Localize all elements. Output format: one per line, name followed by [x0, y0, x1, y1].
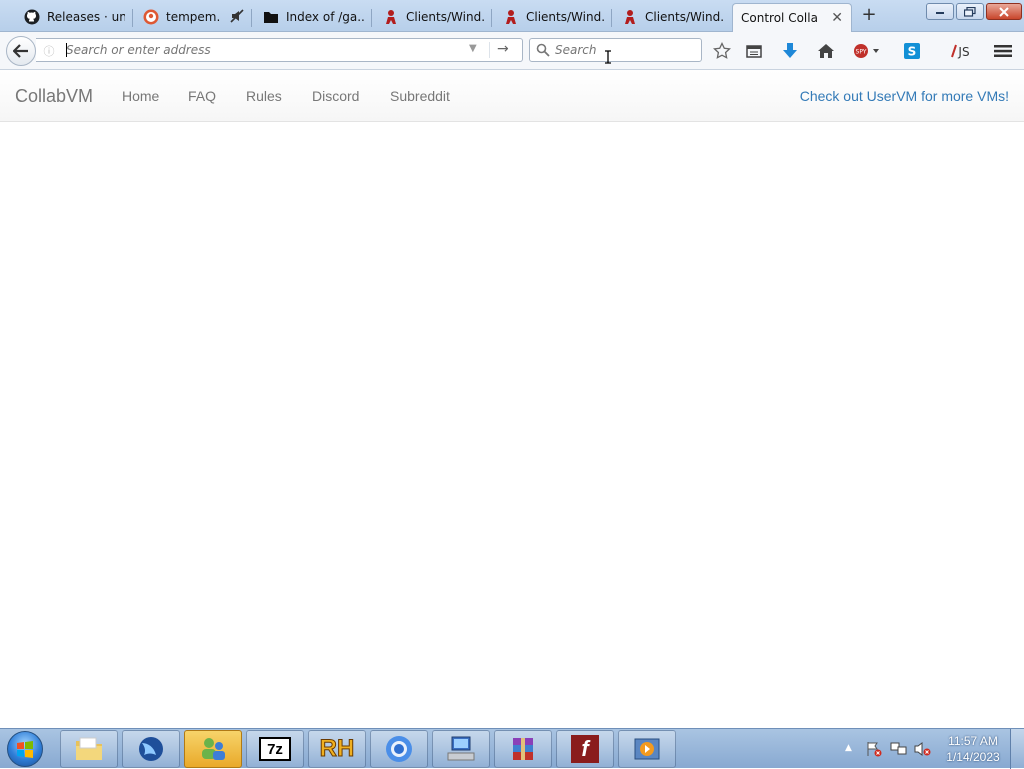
uservm-link[interactable]: Check out UserVM for more VMs!	[800, 88, 1009, 104]
close-window-button[interactable]	[986, 3, 1022, 20]
flash-icon: f	[571, 735, 599, 763]
network-icon	[446, 735, 476, 763]
clock[interactable]: 11:57 AM 1/14/2023	[943, 733, 1003, 765]
taskbar-winrar[interactable]	[494, 730, 552, 768]
mute-icon[interactable]	[230, 8, 244, 26]
clock-time: 11:57 AM	[948, 734, 998, 748]
download-icon[interactable]	[780, 41, 800, 61]
search-input[interactable]	[555, 42, 695, 58]
new-tab-button[interactable]: +	[860, 6, 878, 24]
js-label: JS	[957, 45, 969, 59]
skype-icon[interactable]: S	[902, 41, 922, 61]
tab-clients-2[interactable]: Clients/Wind...	[495, 3, 612, 31]
nav-rules-link[interactable]: Rules	[246, 88, 282, 104]
tab-clients-1[interactable]: Clients/Wind...	[375, 3, 492, 31]
users-icon	[198, 735, 228, 763]
github-icon	[24, 9, 40, 25]
tab-index[interactable]: Index of /ga...	[255, 3, 372, 31]
windows-logo-icon	[17, 741, 33, 758]
menu-icon[interactable]	[993, 41, 1013, 61]
star-icon[interactable]	[712, 41, 732, 61]
search-bar[interactable]	[529, 38, 702, 62]
spy-icon[interactable]: SPY	[852, 41, 882, 61]
rh-icon: RH	[319, 735, 355, 763]
network-tray-icon[interactable]	[890, 741, 908, 760]
site-brand-link[interactable]: CollabVM	[15, 86, 93, 107]
start-button[interactable]	[7, 731, 43, 767]
nav-home-link[interactable]: Home	[122, 88, 159, 104]
tab-label: Clients/Wind...	[645, 10, 723, 24]
skype-label: S	[908, 45, 917, 59]
tab-label: Releases · un...	[47, 10, 125, 24]
tab-label: Index of /ga...	[286, 10, 364, 24]
tab-label: Clients/Wind...	[406, 10, 484, 24]
taskbar: 7z RH f ▲ 11:57 AM 1/14/2023	[0, 728, 1024, 769]
address-bar[interactable]: ⓘ ▼ →	[36, 38, 523, 62]
taskbar-waterfox[interactable]	[122, 730, 180, 768]
spy-label: SPY	[856, 49, 867, 56]
action-center-icon[interactable]	[866, 741, 882, 760]
taskbar-7zip[interactable]: 7z	[246, 730, 304, 768]
restore-button[interactable]	[956, 3, 984, 20]
taskbar-media[interactable]	[618, 730, 676, 768]
winrar-icon	[508, 735, 538, 763]
tab-separator	[132, 9, 133, 27]
address-divider	[489, 42, 490, 58]
js-icon[interactable]: JS	[950, 41, 972, 61]
nav-faq-link[interactable]: FAQ	[188, 88, 216, 104]
taskbar-chrome[interactable]	[370, 730, 428, 768]
browser-toolbar: ⓘ ▼ → SPY S JS	[0, 32, 1024, 70]
tray-expand-icon[interactable]: ▲	[845, 743, 852, 753]
person-icon	[383, 9, 399, 25]
tab-releases[interactable]: Releases · un...	[16, 3, 133, 31]
7zip-icon: 7z	[259, 737, 291, 761]
tab-control-collabvm[interactable]: Control Colla... ✕	[732, 3, 852, 32]
nav-discord-link[interactable]: Discord	[312, 88, 359, 104]
clock-date: 1/14/2023	[946, 750, 1000, 764]
tab-strip: Releases · un... tempem... Index of /ga.…	[0, 0, 1024, 32]
back-arrow-icon	[13, 44, 28, 58]
media-icon	[632, 735, 662, 763]
person-icon	[503, 9, 519, 25]
volume-muted-icon[interactable]	[914, 741, 932, 760]
folder-icon	[74, 735, 104, 763]
site-navbar: CollabVM Home FAQ Rules Discord Subreddi…	[0, 71, 1024, 122]
site-info-icon[interactable]: ⓘ	[42, 43, 56, 58]
ibeam-cursor-icon	[605, 50, 611, 64]
tab-separator	[251, 9, 252, 27]
tab-label: Clients/Wind...	[526, 10, 604, 24]
taskbar-users[interactable]	[184, 730, 242, 768]
taskbar-reshacker[interactable]: RH	[308, 730, 366, 768]
minimize-button[interactable]	[926, 3, 954, 20]
tab-tempemail[interactable]: tempem...	[135, 3, 252, 31]
tab-separator	[371, 9, 372, 27]
page-body	[0, 122, 1024, 728]
home-icon[interactable]	[816, 41, 836, 61]
text-caret	[66, 43, 67, 57]
tab-label: Control Colla...	[741, 11, 819, 25]
tab-label: tempem...	[166, 10, 220, 24]
address-input[interactable]	[66, 42, 466, 58]
person-icon	[622, 9, 638, 25]
taskbar-network[interactable]	[432, 730, 490, 768]
close-tab-icon[interactable]: ✕	[831, 10, 843, 26]
go-arrow-icon[interactable]: →	[497, 41, 509, 57]
show-desktop-button[interactable]	[1010, 729, 1024, 769]
waterfox-icon	[136, 735, 166, 763]
chrome-icon	[384, 735, 414, 763]
tab-clients-3[interactable]: Clients/Wind...	[614, 3, 731, 31]
tab-separator	[491, 9, 492, 27]
reading-list-icon[interactable]	[744, 41, 764, 61]
history-dropdown-icon[interactable]: ▼	[469, 43, 477, 54]
tab-separator	[611, 9, 612, 27]
taskbar-flash[interactable]: f	[556, 730, 614, 768]
nav-subreddit-link[interactable]: Subreddit	[390, 88, 450, 104]
folder-icon	[263, 9, 279, 25]
duckduckgo-icon	[143, 9, 159, 25]
search-icon	[536, 43, 550, 57]
back-button[interactable]	[6, 36, 36, 66]
taskbar-explorer[interactable]	[60, 730, 118, 768]
